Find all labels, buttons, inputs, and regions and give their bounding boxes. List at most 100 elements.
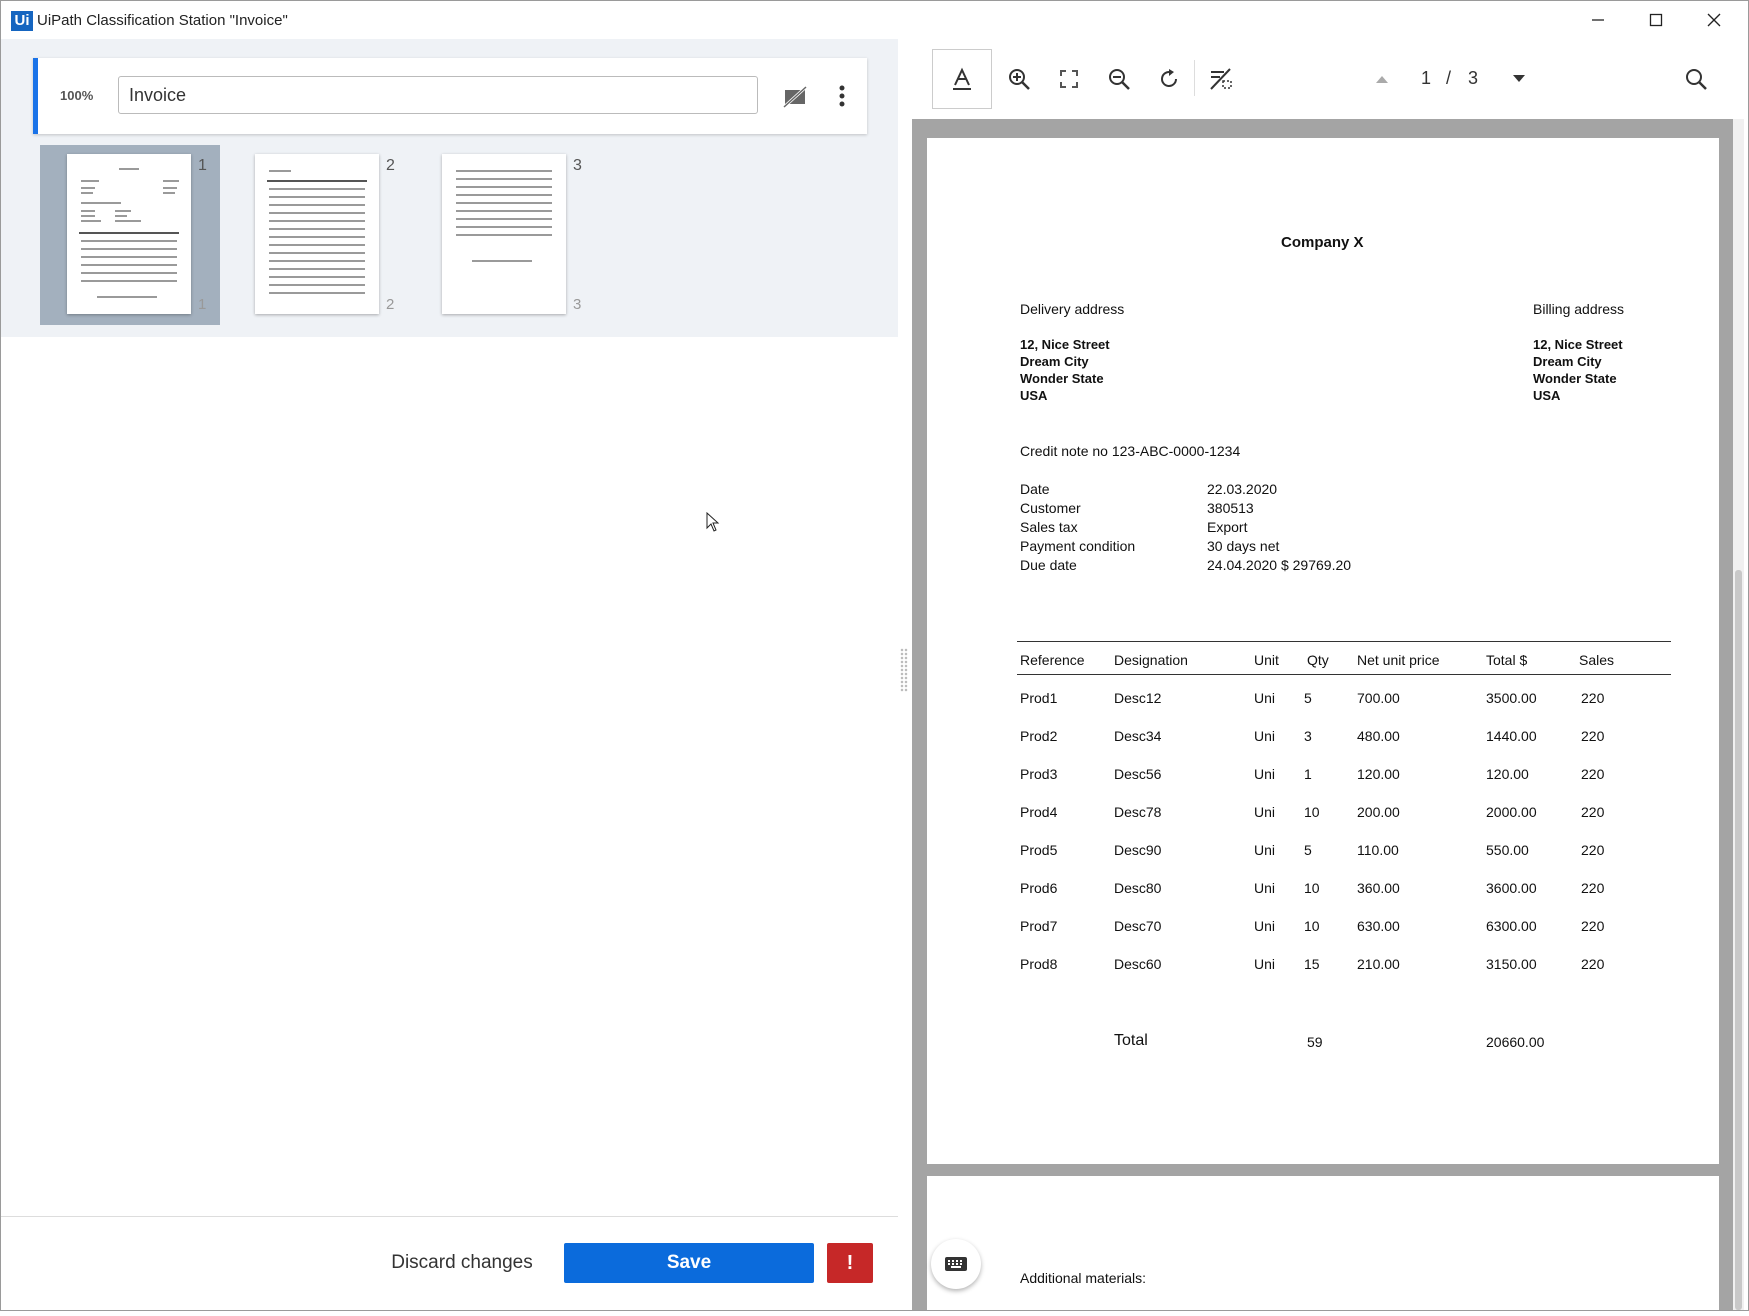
table-cell: Prod4	[1020, 804, 1058, 820]
panel-splitter[interactable]	[900, 648, 908, 692]
title-bar: Ui UiPath Classification Station "Invoic…	[1, 1, 1748, 39]
meta-value: Export	[1207, 519, 1248, 535]
page-number-bottom-3: 3	[573, 296, 582, 313]
column-header: Unit	[1254, 652, 1279, 668]
meta-label: Customer	[1020, 500, 1081, 516]
table-cell: 1	[1304, 766, 1312, 782]
billing-line: USA	[1533, 388, 1561, 403]
column-header: Total $	[1486, 652, 1528, 668]
page-number-top-1: 1	[198, 157, 207, 174]
table-cell: 220	[1581, 728, 1605, 744]
table-cell: Desc70	[1114, 918, 1162, 934]
table-cell: Uni	[1254, 690, 1276, 706]
table-cell: Uni	[1254, 918, 1276, 934]
page-number-top-2: 2	[386, 157, 395, 174]
table-cell: Uni	[1254, 880, 1276, 896]
column-header: Reference	[1020, 652, 1085, 668]
table-cell: Uni	[1254, 956, 1276, 972]
maximize-button[interactable]	[1627, 1, 1685, 39]
table-cell: Desc78	[1114, 804, 1162, 820]
minimize-button[interactable]	[1569, 1, 1627, 39]
table-cell: 220	[1581, 690, 1605, 706]
table-cell: Uni	[1254, 766, 1276, 782]
table-cell: 5	[1304, 690, 1312, 706]
meta-label: Date	[1020, 481, 1050, 497]
delivery-line: 12, Nice Street	[1020, 337, 1110, 352]
table-cell: 6300.00	[1486, 918, 1537, 934]
fit-page-icon[interactable]	[1053, 63, 1085, 95]
uipath-logo: Ui	[11, 11, 33, 31]
minimize-icon	[1592, 19, 1604, 21]
table-cell: 3	[1304, 728, 1312, 744]
table-cell: 700.00	[1357, 690, 1400, 706]
viewer-scroll-thumb[interactable]	[1735, 570, 1742, 1310]
table-cell: 360.00	[1357, 880, 1400, 896]
table-cell: Desc80	[1114, 880, 1162, 896]
table-cell: Desc12	[1114, 690, 1162, 706]
billing-line: Wonder State	[1533, 371, 1617, 386]
table-cell: 220	[1581, 804, 1605, 820]
delivery-line: Wonder State	[1020, 371, 1104, 386]
document-page-2: Additional materials:	[927, 1176, 1719, 1316]
toolbar-separator	[1194, 60, 1195, 96]
billing-line: 12, Nice Street	[1533, 337, 1623, 352]
save-button[interactable]: Save	[564, 1243, 814, 1283]
table-cell: 220	[1581, 880, 1605, 896]
table-cell: 15	[1304, 956, 1320, 972]
billing-line: Dream City	[1533, 354, 1602, 369]
page-thumbnail-3[interactable]	[442, 154, 566, 314]
table-cell: Desc90	[1114, 842, 1162, 858]
table-cell: 3600.00	[1486, 880, 1537, 896]
meta-label: Due date	[1020, 557, 1077, 573]
page-thumbnail-2[interactable]	[255, 154, 379, 314]
table-header-rule	[1017, 674, 1671, 675]
table-cell: Prod3	[1020, 766, 1058, 782]
prev-page-icon[interactable]	[1366, 63, 1398, 95]
delivery-line: USA	[1020, 388, 1048, 403]
keyboard-shortcuts-button[interactable]	[931, 1239, 981, 1289]
total-amount: 20660.00	[1486, 1034, 1545, 1050]
text-select-icon[interactable]	[946, 63, 978, 95]
table-cell: 210.00	[1357, 956, 1400, 972]
table-cell: 550.00	[1486, 842, 1529, 858]
column-header: Qty	[1307, 652, 1329, 668]
column-header: Sales	[1579, 652, 1615, 668]
current-page[interactable]: 1	[1421, 68, 1431, 89]
zoom-out-icon[interactable]	[1103, 63, 1135, 95]
warning-button[interactable]: !	[827, 1243, 873, 1283]
more-vert-icon[interactable]	[838, 85, 846, 112]
table-cell: 480.00	[1357, 728, 1400, 744]
mouse-cursor-icon	[706, 512, 720, 532]
table-cell: Prod2	[1020, 728, 1058, 744]
table-cell: 220	[1581, 956, 1605, 972]
document-type-input[interactable]: Invoice	[118, 76, 758, 114]
additional-materials-label: Additional materials:	[1020, 1270, 1147, 1286]
discard-changes-button[interactable]: Discard changes	[372, 1244, 552, 1282]
confidence-label: 100%	[60, 88, 94, 103]
page-thumbnail-1[interactable]	[67, 154, 191, 314]
table-cell: 2000.00	[1486, 804, 1537, 820]
bottom-separator	[1, 1216, 898, 1217]
table-cell: 5	[1304, 842, 1312, 858]
table-cell: Uni	[1254, 842, 1276, 858]
table-cell: Prod1	[1020, 690, 1058, 706]
toggle-highlight-icon[interactable]	[1205, 63, 1237, 95]
table-cell: 10	[1304, 804, 1320, 820]
table-cell: 630.00	[1357, 918, 1400, 934]
page-separator: /	[1446, 68, 1452, 88]
table-cell: 120.00	[1486, 766, 1529, 782]
document-type-card: 100% Invoice	[33, 58, 867, 134]
meta-value: 22.03.2020	[1207, 481, 1278, 497]
next-page-icon[interactable]	[1503, 63, 1535, 95]
rotate-icon[interactable]	[1153, 63, 1185, 95]
viewer-toolbar	[912, 39, 1744, 119]
close-button[interactable]	[1685, 1, 1743, 39]
search-icon[interactable]	[1680, 63, 1712, 95]
meta-label: Sales tax	[1020, 519, 1078, 535]
meta-value: 380513	[1207, 500, 1254, 516]
table-cell: Prod5	[1020, 842, 1058, 858]
zoom-in-icon[interactable]	[1003, 63, 1035, 95]
column-header: Net unit price	[1357, 652, 1440, 668]
hide-icon[interactable]	[782, 85, 808, 113]
table-cell: Desc60	[1114, 956, 1162, 972]
